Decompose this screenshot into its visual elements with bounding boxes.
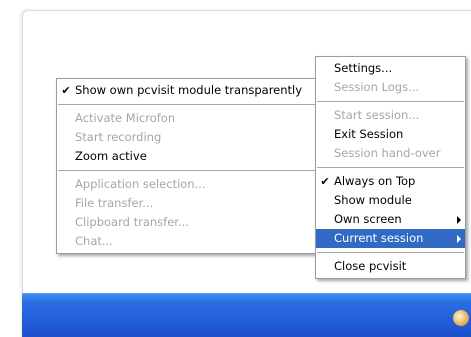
menu-item-label: Always on Top: [334, 174, 416, 188]
menu-item-application-selection: Application selection...: [57, 175, 316, 194]
menu-item-chat: Chat...: [57, 232, 316, 251]
menu-item-label: Application selection...: [75, 177, 206, 191]
menu-item-session-hand-over: Session hand-over: [316, 144, 465, 163]
menu-item-settings[interactable]: Settings...: [316, 59, 465, 78]
menu-item-zoom-active[interactable]: Zoom active: [57, 147, 316, 166]
menu-item-activate-microfon: Activate Microfon: [57, 109, 316, 128]
menu-item-always-on-top[interactable]: ✔ Always on Top: [316, 172, 465, 191]
menu-item-label: Current session: [334, 231, 424, 245]
menu-item-current-session[interactable]: Current session: [316, 229, 465, 248]
menu-item-label: Session Logs...: [334, 80, 420, 94]
menu-item-label: Exit Session: [334, 127, 404, 141]
menu-item-show-module[interactable]: Show module: [316, 191, 465, 210]
menu-separator: [317, 101, 464, 102]
taskbar: [22, 293, 471, 337]
menu-separator: [58, 170, 315, 171]
menu-item-label: Start recording: [75, 130, 162, 144]
menu-item-clipboard-transfer: Clipboard transfer...: [57, 213, 316, 232]
menu-item-label: Show own pcvisit module transparently: [75, 83, 303, 97]
menu-item-label: Settings...: [334, 61, 393, 75]
menu-item-label: Chat...: [75, 234, 113, 248]
menu-item-own-screen[interactable]: Own screen: [316, 210, 465, 229]
menu-item-label: Session hand-over: [334, 146, 441, 160]
submenu-arrow-icon: [457, 235, 461, 243]
menu-item-label: Own screen: [334, 212, 402, 226]
menu-item-exit-session[interactable]: Exit Session: [316, 125, 465, 144]
menu-item-label: Start session...: [334, 108, 420, 122]
submenu-arrow-icon: [457, 216, 461, 224]
menu-item-label: File transfer...: [75, 196, 154, 210]
menu-separator: [58, 104, 315, 105]
menu-item-close-pcvisit[interactable]: Close pcvisit: [316, 257, 465, 276]
pcvisit-tray-icon[interactable]: [453, 310, 469, 326]
menu-item-label: Show module: [334, 193, 412, 207]
menu-item-file-transfer: File transfer...: [57, 194, 316, 213]
menu-separator: [317, 167, 464, 168]
checkmark-icon: ✔: [61, 84, 71, 97]
menu-item-label: Zoom active: [75, 149, 147, 163]
current-session-submenu: ✔ Show own pcvisit module transparently …: [56, 78, 317, 254]
checkmark-icon: ✔: [320, 175, 330, 188]
menu-separator: [317, 252, 464, 253]
menu-item-start-session: Start session...: [316, 106, 465, 125]
menu-item-label: Activate Microfon: [75, 111, 176, 125]
menu-item-label: Clipboard transfer...: [75, 215, 189, 229]
menu-item-show-transparently[interactable]: ✔ Show own pcvisit module transparently: [57, 81, 316, 100]
pcvisit-context-menu: Settings... Session Logs... Start sessio…: [315, 56, 466, 279]
menu-item-session-logs: Session Logs...: [316, 78, 465, 97]
menu-item-label: Close pcvisit: [334, 259, 407, 273]
menu-item-start-recording: Start recording: [57, 128, 316, 147]
